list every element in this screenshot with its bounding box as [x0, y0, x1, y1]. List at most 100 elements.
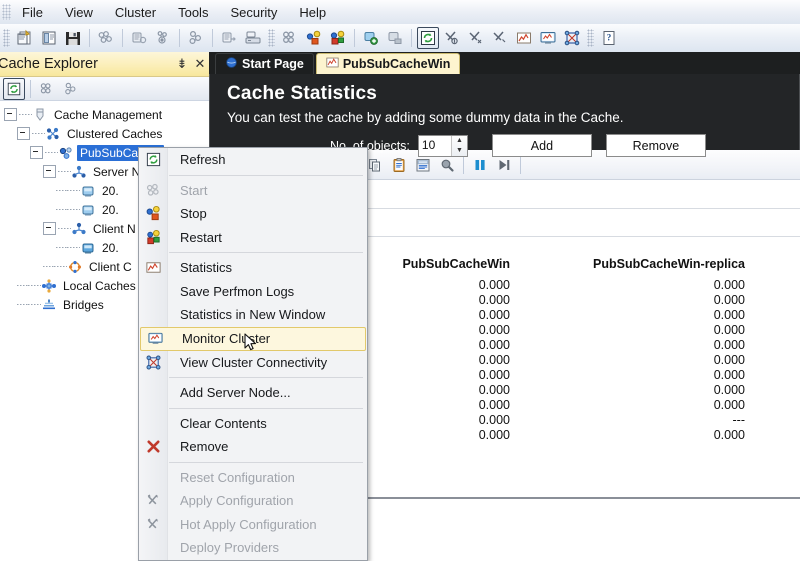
context-menu-label: Apply Configuration — [180, 493, 294, 509]
context-menu-item-remove[interactable]: Remove — [139, 435, 367, 459]
statistics-icon[interactable] — [513, 27, 535, 49]
expander-icon[interactable] — [4, 108, 17, 121]
expander-icon[interactable] — [30, 146, 43, 159]
menu-view[interactable]: View — [54, 2, 104, 23]
context-menu-label: Hot Apply Configuration — [180, 516, 317, 532]
cache-node-icon[interactable] — [60, 78, 82, 100]
context-menu-label: Reset Configuration — [180, 469, 295, 485]
node-icon — [80, 202, 96, 218]
toolbar-grip[interactable] — [268, 29, 275, 47]
step-icon[interactable] — [493, 154, 515, 176]
add-cluster-icon[interactable] — [152, 27, 174, 49]
context-menu-item-apply-configuration: Apply Configuration — [139, 489, 367, 513]
menu-bar-grip[interactable] — [2, 4, 11, 20]
context-menu-item-restart[interactable]: Restart — [139, 226, 367, 250]
no-icon — [139, 466, 167, 490]
menu-security[interactable]: Security — [219, 2, 288, 23]
stepper-arrows[interactable]: ▲ ▼ — [450, 135, 467, 156]
objects-count-value[interactable]: 10 — [419, 136, 451, 156]
context-menu-item-save-perfmon-logs[interactable]: Save Perfmon Logs — [139, 280, 367, 304]
toolbar-grip[interactable] — [3, 29, 10, 47]
page-title: Cache Explorer — [0, 56, 98, 72]
context-menu-separator — [169, 252, 363, 253]
expander-icon[interactable] — [17, 127, 30, 140]
column-header-pubsubcachewin-replica: PubSubCacheWin-replica — [593, 257, 745, 271]
toolbar-grip[interactable] — [587, 29, 594, 47]
server-node-icon[interactable] — [128, 27, 150, 49]
tree-node-label: Local Caches — [63, 278, 136, 293]
statistics-icon — [139, 256, 167, 280]
close-icon[interactable]: ✕ — [191, 56, 209, 72]
clipboard-icon[interactable] — [388, 154, 410, 176]
node-icon — [80, 183, 96, 199]
hot-apply-config-icon[interactable] — [489, 27, 511, 49]
server-list-icon[interactable] — [218, 27, 240, 49]
context-menu-item-statistics-in-new-window[interactable]: Statistics in New Window — [139, 303, 367, 327]
tree-connector — [56, 209, 67, 210]
zoom-icon[interactable] — [436, 154, 458, 176]
clustered-caches-icon — [45, 126, 61, 142]
context-menu-item-stop[interactable]: Stop — [139, 202, 367, 226]
menu-file[interactable]: File — [11, 2, 54, 23]
expander-icon[interactable] — [43, 165, 56, 178]
tab-pubsubcachewin[interactable]: PubSubCacheWin — [315, 53, 461, 74]
pause-icon[interactable] — [469, 154, 491, 176]
cache-statistics-subtitle: You can test the cache by adding some du… — [227, 110, 624, 125]
cache-node-icon[interactable] — [185, 27, 207, 49]
reset-config-icon[interactable] — [465, 27, 487, 49]
tree-connector — [28, 285, 41, 286]
new-cache-icon[interactable] — [14, 27, 36, 49]
toolbar-separator — [354, 29, 355, 47]
context-menu-item-refresh[interactable]: Refresh — [139, 148, 367, 172]
tree-node-label: Cache Management — [54, 107, 163, 122]
tree-connector — [67, 209, 80, 210]
open-config-icon[interactable] — [38, 27, 60, 49]
remove-node-icon[interactable] — [384, 27, 406, 49]
add-node-icon[interactable] — [360, 27, 382, 49]
clustered-caches-icon[interactable] — [279, 27, 301, 49]
tree-node-cache-management[interactable]: Cache Management — [0, 105, 209, 124]
context-menu-item-statistics[interactable]: Statistics — [139, 256, 367, 280]
cache-context-menu: Refresh Start Stop Restart Statistics Sa… — [138, 147, 368, 561]
tree-node-clustered-caches[interactable]: Clustered Caches — [0, 124, 209, 143]
view-cluster-connectivity-icon[interactable] — [561, 27, 583, 49]
tree-connector — [19, 114, 32, 115]
context-menu-label: View Cluster Connectivity — [180, 354, 328, 370]
tab-start-page[interactable]: Start Page — [215, 53, 314, 74]
menu-help[interactable]: Help — [288, 2, 337, 23]
server-nodes-icon — [71, 164, 87, 180]
remove-icon — [139, 435, 167, 459]
context-menu-item-clear-contents[interactable]: Clear Contents — [139, 412, 367, 436]
menu-tools[interactable]: Tools — [167, 2, 219, 23]
context-menu-label: Statistics — [180, 260, 233, 276]
stepper-up-icon[interactable]: ▲ — [452, 136, 467, 146]
no-icon — [139, 536, 167, 560]
clustered-caches-icon[interactable] — [36, 78, 58, 100]
tree-connector — [58, 171, 71, 172]
cluster-icon[interactable] — [95, 27, 117, 49]
pin-icon[interactable]: ⇟ — [173, 56, 191, 72]
cache-statistics-title: Cache Statistics — [227, 83, 377, 104]
context-menu-item-deploy-providers: Deploy Providers — [139, 536, 367, 560]
restart-cache-icon[interactable] — [327, 27, 349, 49]
remove-button[interactable]: Remove — [605, 134, 706, 157]
tree-connector — [58, 228, 71, 229]
apply-config-icon[interactable] — [441, 27, 463, 49]
stop-cache-icon — [139, 202, 167, 226]
cluster-deploy-icon[interactable] — [242, 27, 264, 49]
context-menu-label: Deploy Providers — [180, 540, 279, 556]
report-icon[interactable] — [412, 154, 434, 176]
context-menu-item-add-server-node[interactable]: Add Server Node... — [139, 381, 367, 405]
refresh-icon[interactable] — [3, 78, 25, 100]
table-cell: 0.000 — [713, 383, 745, 397]
save-icon[interactable] — [62, 27, 84, 49]
help-icon[interactable]: ? — [598, 27, 620, 49]
monitor-cluster-icon[interactable] — [537, 27, 559, 49]
start-cache-icon[interactable] — [303, 27, 325, 49]
expander-icon[interactable] — [43, 222, 56, 235]
menu-cluster[interactable]: Cluster — [104, 2, 167, 23]
refresh-icon[interactable] — [417, 27, 439, 49]
start-page-icon — [225, 56, 238, 72]
context-menu-item-reset-configuration: Reset Configuration — [139, 466, 367, 490]
context-menu-item-view-cluster-connectivity[interactable]: View Cluster Connectivity — [139, 351, 367, 375]
